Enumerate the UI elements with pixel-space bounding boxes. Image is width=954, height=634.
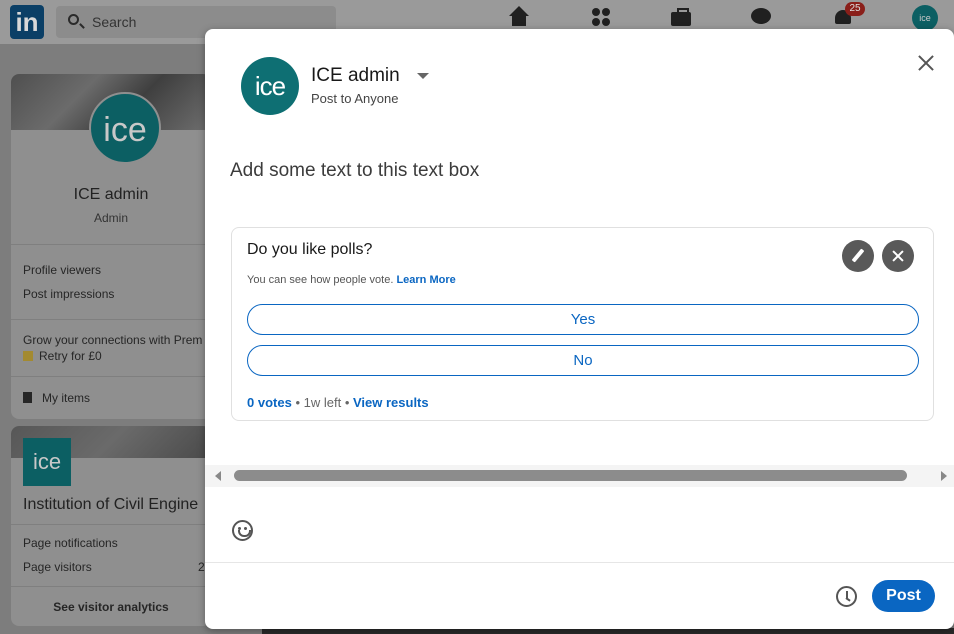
learn-more-link[interactable]: Learn More bbox=[396, 274, 455, 286]
page-name[interactable]: Institution of Civil Engine bbox=[23, 496, 198, 514]
visibility-label[interactable]: Post to Anyone bbox=[311, 91, 398, 106]
network-icon[interactable] bbox=[590, 6, 612, 28]
search-placeholder: Search bbox=[92, 14, 137, 30]
page-visitors-label[interactable]: Page visitors bbox=[23, 560, 92, 574]
divider bbox=[11, 524, 211, 525]
profile-role: Admin bbox=[93, 211, 128, 225]
bookmark-icon bbox=[23, 392, 32, 403]
page-notifications-label[interactable]: Page notifications bbox=[23, 536, 118, 550]
jobs-icon[interactable] bbox=[670, 6, 692, 28]
horizontal-scrollbar[interactable] bbox=[205, 465, 954, 487]
pencil-icon[interactable] bbox=[842, 240, 874, 272]
retry-premium-link[interactable]: Retry for £0 bbox=[23, 349, 102, 363]
time-left: 1w left bbox=[303, 395, 342, 410]
close-icon[interactable] bbox=[913, 51, 939, 77]
home-icon[interactable] bbox=[508, 6, 530, 28]
poll-subtext: You can see how people vote. Learn More bbox=[247, 274, 456, 286]
emoji-icon[interactable] bbox=[232, 520, 253, 541]
premium-icon bbox=[23, 351, 33, 361]
divider bbox=[11, 319, 211, 320]
notifications-badge: 25 bbox=[845, 2, 865, 16]
me-avatar[interactable]: ice bbox=[912, 5, 938, 31]
scrollbar-thumb[interactable] bbox=[234, 470, 907, 481]
profile-card: ice ICE admin Admin Profile viewers Post… bbox=[11, 74, 211, 419]
scroll-right-icon[interactable] bbox=[941, 471, 947, 481]
divider bbox=[11, 586, 211, 587]
page-card: ice Institution of Civil Engine Page not… bbox=[11, 426, 211, 626]
divider bbox=[11, 244, 211, 245]
search-icon bbox=[68, 14, 79, 25]
author-avatar: ice bbox=[241, 57, 299, 115]
visitor-analytics-link[interactable]: See visitor analytics bbox=[11, 600, 211, 614]
separator: • bbox=[344, 395, 353, 410]
caret-down-icon[interactable] bbox=[417, 73, 429, 79]
post-impressions-label[interactable]: Post impressions bbox=[23, 287, 114, 301]
poll-card: Do you like polls? You can see how peopl… bbox=[231, 227, 934, 421]
create-post-modal: ice ICE admin Post to Anyone Add some te… bbox=[205, 29, 954, 629]
divider bbox=[205, 562, 954, 563]
page-visitors-count: 2 bbox=[198, 560, 205, 574]
page-logo[interactable]: ice bbox=[23, 438, 71, 486]
x-icon[interactable] bbox=[882, 240, 914, 272]
view-results-link[interactable]: View results bbox=[353, 395, 429, 410]
profile-name[interactable]: ICE admin bbox=[11, 186, 211, 204]
separator: • bbox=[295, 395, 304, 410]
my-items-link[interactable]: My items bbox=[23, 391, 90, 405]
divider bbox=[11, 376, 211, 377]
messaging-icon[interactable] bbox=[750, 6, 772, 28]
post-button[interactable]: Post bbox=[872, 580, 935, 612]
clock-icon[interactable] bbox=[836, 586, 857, 607]
profile-avatar[interactable]: ice bbox=[89, 92, 161, 164]
profile-viewers-label[interactable]: Profile viewers bbox=[23, 263, 101, 277]
linkedin-logo[interactable]: in bbox=[10, 5, 44, 39]
post-text-input[interactable]: Add some text to this text box bbox=[230, 160, 479, 182]
author-selector[interactable]: ICE admin bbox=[311, 65, 400, 87]
poll-question: Do you like polls? bbox=[247, 241, 373, 258]
poll-option-no[interactable]: No bbox=[247, 345, 919, 376]
poll-footer: 0 votes • 1w left • View results bbox=[247, 395, 429, 410]
votes-link[interactable]: 0 votes bbox=[247, 395, 292, 410]
scroll-left-icon[interactable] bbox=[215, 471, 221, 481]
premium-promo[interactable]: Grow your connections with Prem bbox=[23, 333, 202, 347]
poll-option-yes[interactable]: Yes bbox=[247, 304, 919, 335]
